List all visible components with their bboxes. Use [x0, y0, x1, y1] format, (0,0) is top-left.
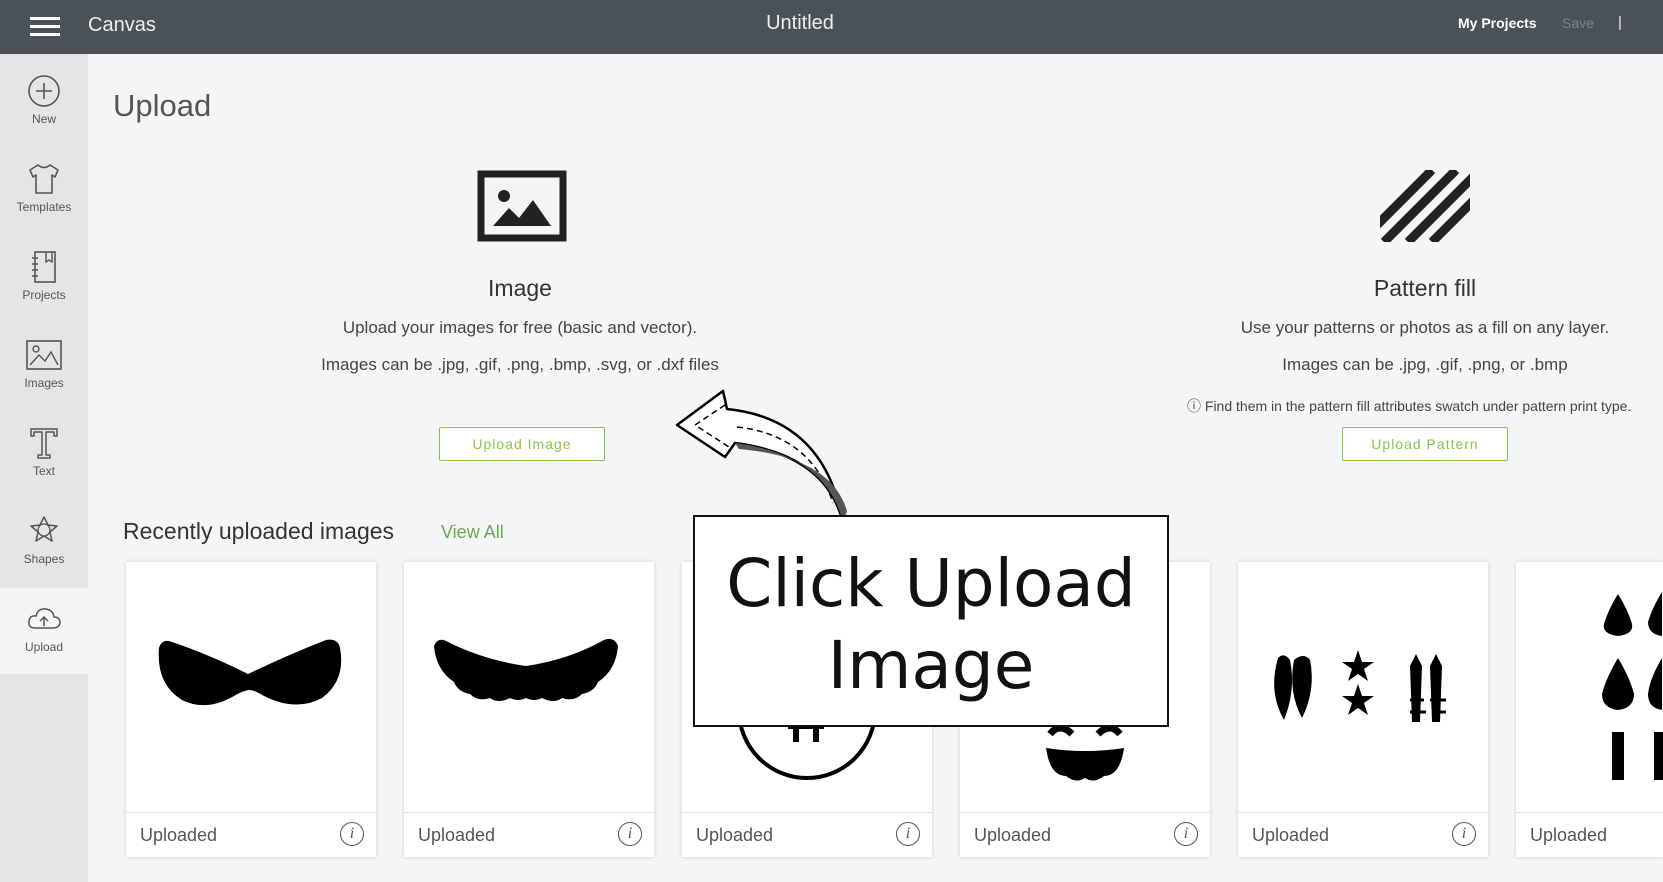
pattern-card-title: Pattern fill: [1373, 275, 1477, 301]
sidebar-item-label: Shapes: [23, 552, 65, 566]
instruction-callout: Click Upload Image: [693, 515, 1169, 727]
pattern-card-note: ⓘ Find them in the pattern fill attribut…: [1187, 398, 1632, 414]
document-title[interactable]: Untitled: [0, 12, 1600, 35]
card-label: Uploaded: [140, 825, 218, 845]
sidebar: New Templates Projects Images Text Shape…: [0, 54, 88, 882]
sidebar-item-shapes[interactable]: Shapes: [0, 500, 88, 580]
my-projects-link[interactable]: My Projects: [1458, 15, 1537, 31]
mustache-image: [158, 639, 342, 706]
upload-pattern-button[interactable]: Upload Pattern: [1342, 427, 1508, 461]
recent-upload-card[interactable]: Uploaded i: [404, 562, 654, 857]
save-button[interactable]: Save: [1562, 15, 1594, 31]
sidebar-item-label: New: [31, 112, 56, 126]
recent-upload-card[interactable]: Uploaded i: [126, 562, 376, 857]
sidebar-item-templates[interactable]: Templates: [0, 148, 88, 228]
callout-line-2: Image: [827, 627, 1035, 704]
info-icon[interactable]: i: [1452, 822, 1476, 846]
text-t-icon: [30, 428, 58, 459]
notebook-icon: [32, 251, 56, 283]
sidebar-item-new[interactable]: New: [0, 60, 88, 140]
card-label: Uploaded: [974, 825, 1052, 845]
sidebar-item-upload[interactable]: Upload: [0, 588, 88, 674]
pattern-card-description: Use your patterns or photos as a fill on…: [1240, 318, 1610, 337]
card-label: Uploaded: [418, 825, 496, 845]
recent-upload-card[interactable]: Uploaded i: [1238, 562, 1488, 857]
sidebar-item-label: Images: [24, 376, 64, 390]
image-icon: [26, 340, 62, 370]
info-icon[interactable]: i: [618, 822, 642, 846]
topbar-divider: |: [1618, 14, 1622, 31]
shirt-icon: [29, 164, 59, 194]
sidebar-item-text[interactable]: Text: [0, 412, 88, 492]
card-label: Uploaded: [1252, 825, 1330, 845]
paint-drops-image: [1602, 592, 1663, 780]
page-title: Upload: [113, 88, 212, 123]
shapes-icon: [30, 516, 58, 542]
info-icon[interactable]: i: [340, 822, 364, 846]
recent-uploads-title: Recently uploaded images: [123, 518, 395, 544]
image-card-formats: Images can be .jpg, .gif, .png, .bmp, .s…: [321, 355, 719, 374]
sidebar-item-label: Projects: [22, 288, 66, 302]
sidebar-item-images[interactable]: Images: [0, 324, 88, 404]
curved-arrow-icon: [675, 389, 847, 525]
sidebar-item-projects[interactable]: Projects: [0, 236, 88, 316]
cloud-upload-icon: [28, 608, 61, 629]
image-card-title: Image: [488, 275, 552, 301]
card-label: Uploaded: [696, 825, 774, 845]
sidebar-item-label: Upload: [24, 640, 64, 654]
sidebar-item-label: Templates: [16, 200, 72, 214]
pattern-fill-icon: [1380, 170, 1470, 242]
image-upload-icon: [477, 170, 567, 242]
pattern-card-formats: Images can be .jpg, .gif, .png, or .bmp: [1282, 355, 1568, 374]
info-icon[interactable]: i: [896, 822, 920, 846]
recent-upload-card[interactable]: Uploaded: [1516, 562, 1663, 857]
sidebar-item-label: Text: [32, 464, 55, 478]
upload-image-button[interactable]: Upload Image: [439, 427, 605, 461]
info-icon[interactable]: i: [1174, 822, 1198, 846]
plus-circle-icon: [28, 75, 60, 107]
mustache-image: [434, 638, 618, 701]
top-bar: Canvas Untitled My Projects Save |: [0, 0, 1663, 54]
view-all-link[interactable]: View All: [441, 522, 504, 543]
feathers-stars-image: [1274, 650, 1446, 722]
image-card-description: Upload your images for free (basic and v…: [342, 318, 698, 337]
card-label: Uploaded: [1530, 825, 1608, 845]
callout-line-1: Click Upload: [726, 545, 1136, 622]
